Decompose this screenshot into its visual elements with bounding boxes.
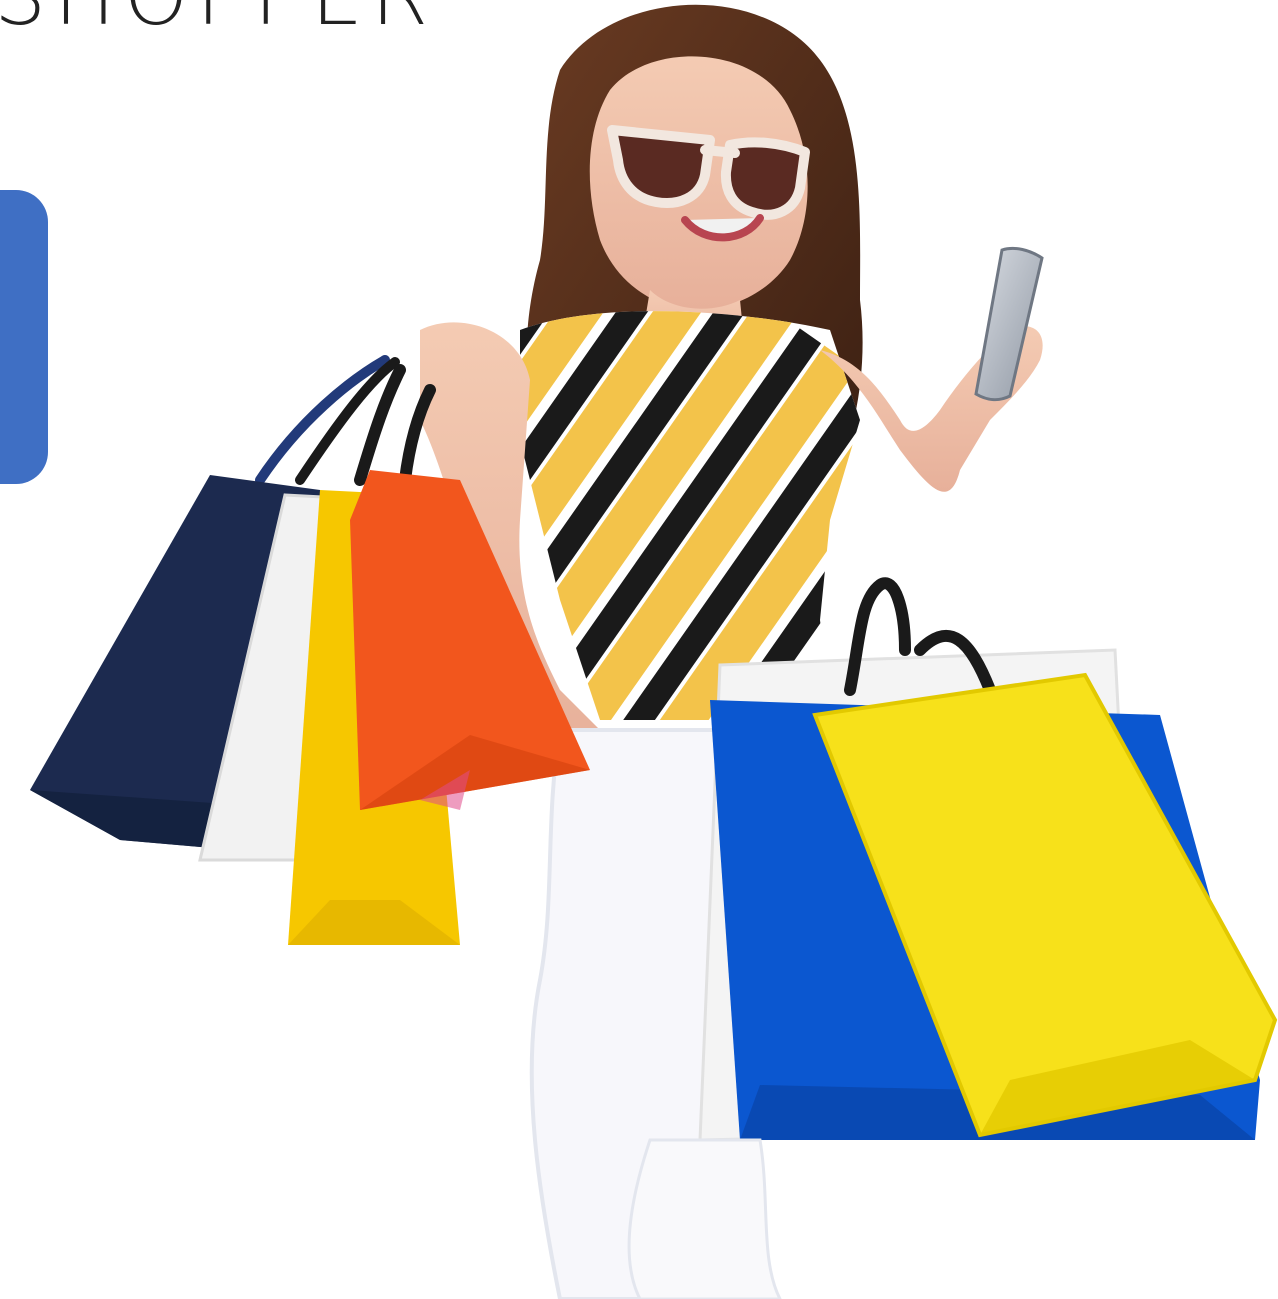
face bbox=[589, 56, 810, 311]
hero-image bbox=[30, 4, 1278, 1299]
hero-canvas: SHOPPER bbox=[0, 0, 1278, 1299]
phone bbox=[974, 246, 1044, 402]
right-shopping-bags bbox=[698, 577, 1278, 1142]
